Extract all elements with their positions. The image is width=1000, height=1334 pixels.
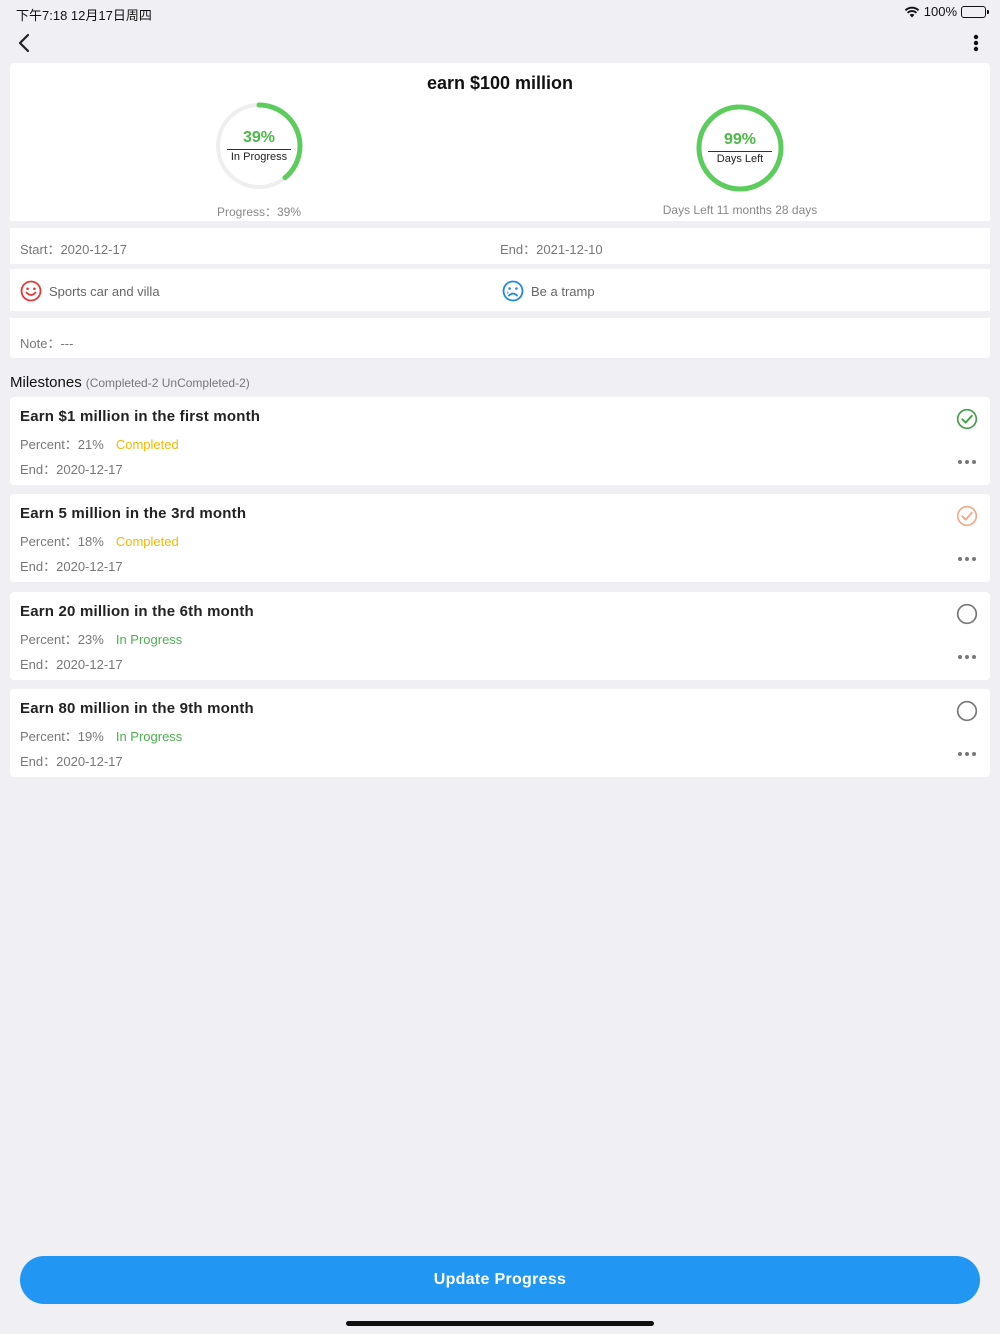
milestone-percent: Percent：21% (20, 437, 104, 452)
reward-item: Sports car and villa (20, 280, 160, 302)
milestone-more-button[interactable] (958, 551, 976, 567)
start-date: Start：2020-12-17 (20, 242, 127, 257)
milestone-end-date: End：2020-12-17 (20, 754, 123, 769)
milestone-card[interactable]: Earn 20 million in the 6th month Percent… (10, 592, 990, 680)
battery-icon (961, 5, 989, 18)
end-date: End：2021-12-10 (500, 242, 603, 257)
days-left-caption: Days Left 11 months 28 days (662, 203, 818, 217)
horizontal-dots-icon (958, 557, 962, 561)
milestone-complete-toggle[interactable] (956, 505, 978, 527)
milestone-end-date: End：2020-12-17 (20, 657, 123, 672)
chevron-left-icon (18, 33, 30, 53)
milestone-end-date: End：2020-12-17 (20, 559, 123, 574)
check-circle-icon (956, 408, 978, 430)
battery-percent: 100% (923, 4, 957, 19)
milestone-percent: Percent：19% (20, 729, 104, 744)
progress-percent: 39% (242, 129, 276, 146)
milestone-status: Completed (115, 437, 179, 452)
more-options-button[interactable] (964, 28, 988, 58)
note-text: Note：--- (20, 336, 74, 351)
smile-face-icon (20, 280, 42, 302)
punishment-text: Be a tramp (531, 283, 595, 299)
progress-caption: Progress：39% (216, 205, 302, 219)
milestone-more-button[interactable] (958, 746, 976, 762)
milestone-status: In Progress (115, 729, 183, 744)
milestone-card[interactable]: Earn 80 million in the 9th month Percent… (10, 689, 990, 777)
days-left-ring: 99% Days Left (695, 103, 785, 193)
milestone-complete-toggle[interactable] (956, 603, 978, 625)
milestone-complete-toggle[interactable] (956, 408, 978, 430)
days-left-label: Days Left (716, 153, 764, 165)
home-indicator (346, 1321, 654, 1326)
punishment-item: Be a tramp (502, 280, 595, 302)
milestone-title: Earn $1 million in the first month (20, 408, 261, 425)
milestones-count: (Completed-2 UnCompleted-2) (85, 376, 250, 390)
horizontal-dots-icon (958, 655, 962, 659)
goal-dates-row: Start：2020-12-17 End：2021-12-10 (10, 228, 990, 264)
sad-face-icon (502, 280, 524, 302)
reward-text: Sports car and villa (49, 283, 160, 299)
progress-label: In Progress (230, 151, 288, 163)
horizontal-dots-icon (958, 460, 962, 464)
milestone-card[interactable]: Earn $1 million in the first month Perce… (10, 397, 990, 485)
milestone-card[interactable]: Earn 5 million in the 3rd month Percent：… (10, 494, 990, 582)
milestones-title: Milestones (10, 374, 82, 391)
milestone-percent: Percent：18% (20, 534, 104, 549)
milestone-end-date: End：2020-12-17 (20, 462, 123, 477)
outcomes-row: Sports car and villa Be a tramp (10, 269, 990, 311)
milestone-status: In Progress (115, 632, 183, 647)
milestone-title: Earn 80 million in the 9th month (20, 700, 254, 717)
vertical-dots-icon (973, 34, 979, 52)
empty-circle-icon (956, 700, 978, 722)
status-time: 下午7:18 12月17日周四 (16, 8, 152, 23)
horizontal-dots-icon (958, 752, 962, 756)
navigation-bar (0, 26, 1000, 60)
milestone-title: Earn 5 million in the 3rd month (20, 505, 247, 522)
milestone-status: Completed (115, 534, 179, 549)
days-left-percent: 99% (723, 131, 757, 148)
update-progress-button[interactable]: Update Progress (20, 1256, 980, 1304)
wifi-icon (904, 6, 920, 18)
note-row: Note：--- (10, 318, 990, 358)
milestone-more-button[interactable] (958, 454, 976, 470)
check-circle-icon (956, 505, 978, 527)
milestone-percent: Percent：23% (20, 632, 104, 647)
milestone-more-button[interactable] (958, 649, 976, 665)
progress-ring: 39% In Progress (214, 101, 304, 191)
empty-circle-icon (956, 603, 978, 625)
milestone-complete-toggle[interactable] (956, 700, 978, 722)
goal-title: earn $100 million (426, 73, 574, 93)
milestone-title: Earn 20 million in the 6th month (20, 603, 254, 620)
status-bar: 下午7:18 12月17日周四 100% (0, 0, 1000, 24)
milestones-header: Milestones (Completed-2 UnCompleted-2) (10, 374, 250, 391)
goal-summary-card: earn $100 million 39% In Progress Progre… (10, 63, 990, 221)
back-button[interactable] (10, 28, 38, 58)
